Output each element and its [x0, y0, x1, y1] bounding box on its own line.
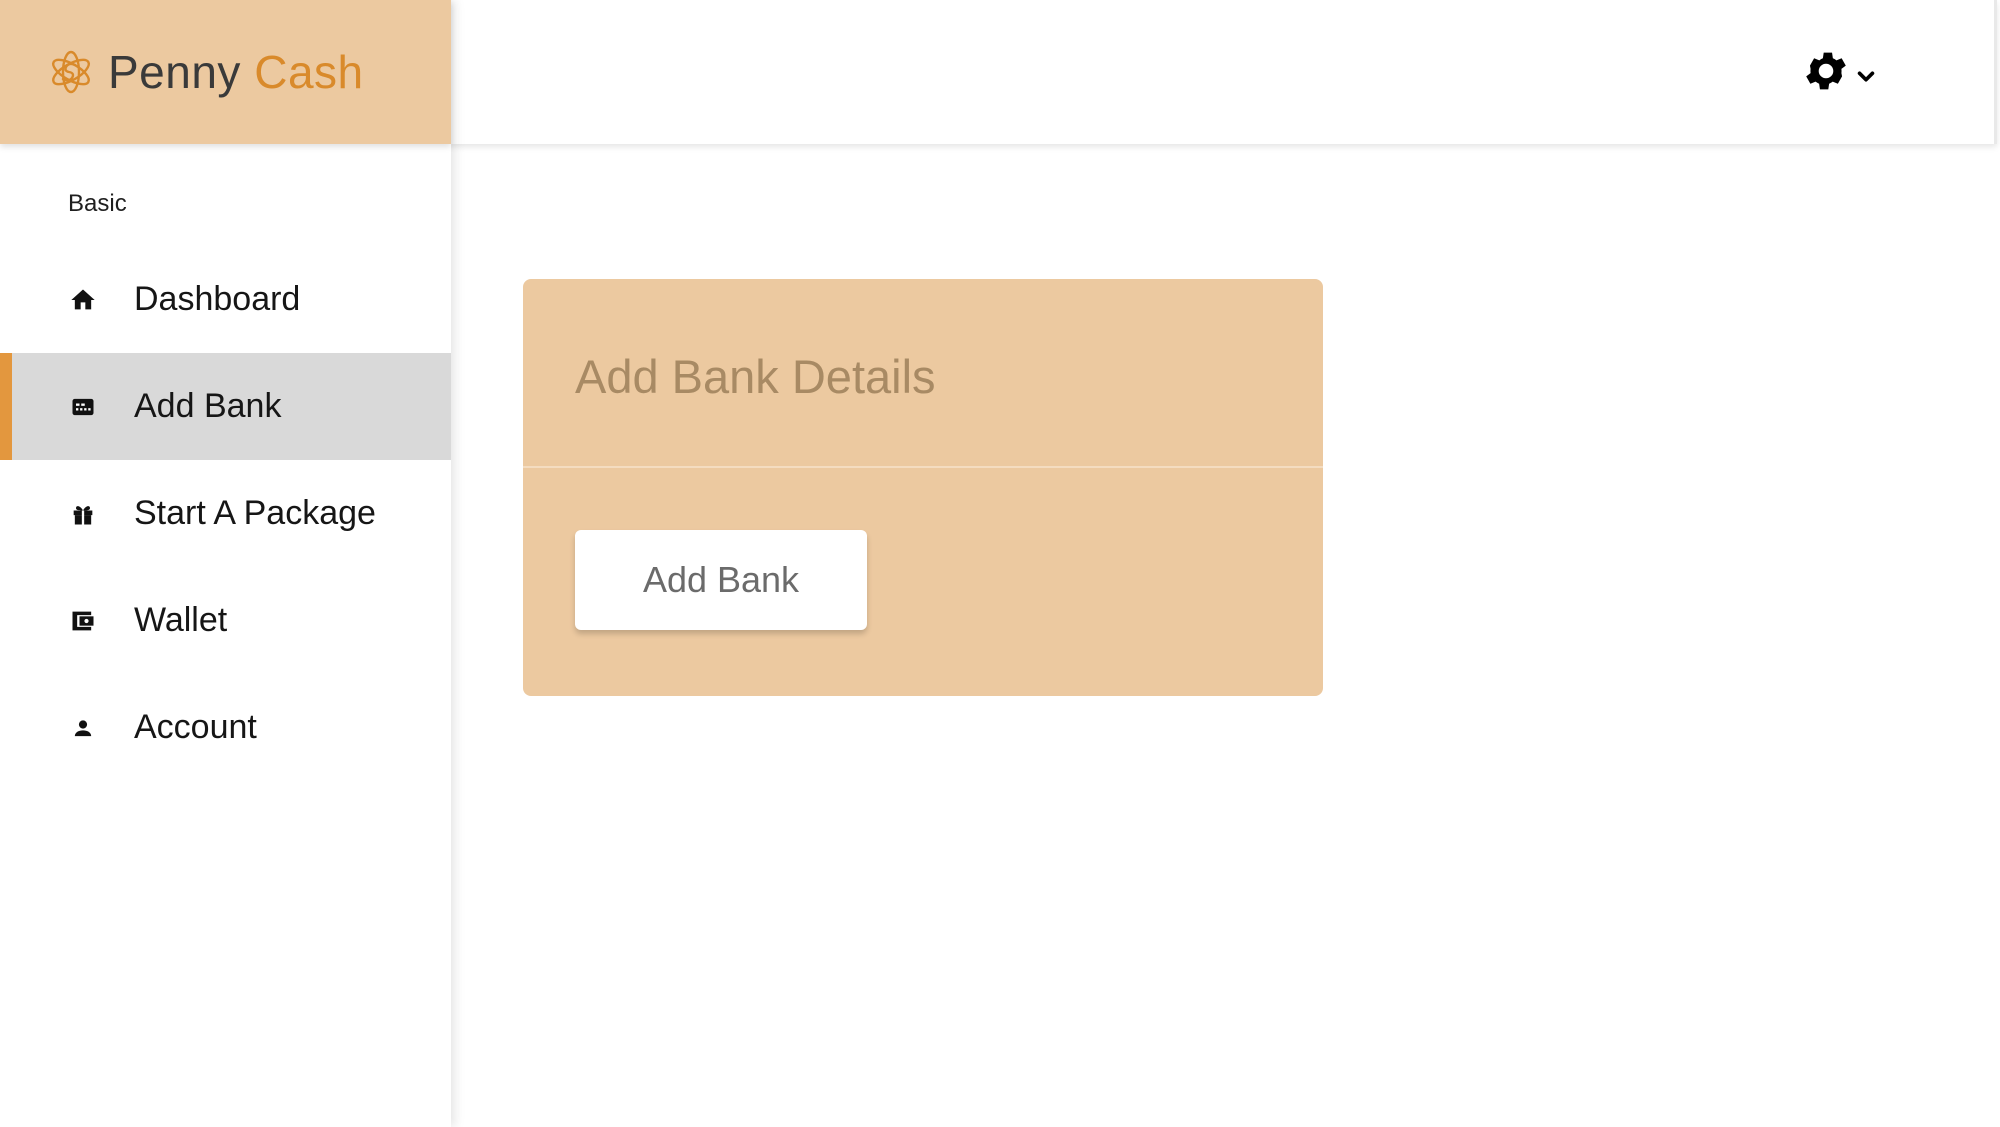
- sidebar-item-wallet[interactable]: Wallet: [0, 567, 451, 674]
- scrollbar-edge: [1994, 0, 1997, 144]
- settings-dropdown-toggle[interactable]: [1801, 46, 1877, 96]
- chevron-down-icon: [1851, 54, 1877, 88]
- brand-header[interactable]: Penny Cash: [0, 0, 451, 144]
- sidebar-item-dashboard[interactable]: Dashboard: [0, 246, 451, 353]
- app-root: Penny Cash Basic Dashboard Add Bank Star…: [0, 0, 2000, 1127]
- user-icon: [68, 713, 98, 743]
- brand-name-cash: Cash: [254, 46, 364, 98]
- sidebar-item-account[interactable]: Account: [0, 674, 451, 781]
- atom-coin-icon: [46, 47, 96, 97]
- sidebar-item-label: Wallet: [134, 601, 228, 639]
- sidebar-section-label: Basic: [68, 190, 127, 217]
- sidebar-item-label: Dashboard: [134, 280, 301, 318]
- sidebar: Penny Cash Basic Dashboard Add Bank Star…: [0, 0, 451, 1127]
- sidebar-item-label: Account: [134, 708, 257, 746]
- bank-card-icon: [68, 392, 98, 422]
- brand-name-penny: Penny: [108, 46, 241, 98]
- sidebar-item-label: Start A Package: [134, 494, 376, 532]
- sidebar-nav: Dashboard Add Bank Start A Package Walle…: [0, 246, 451, 781]
- gift-icon: [68, 499, 98, 529]
- topbar: [451, 0, 1997, 144]
- main-content: Add Bank Details Add Bank: [451, 144, 2000, 1127]
- gear-icon: [1801, 46, 1851, 96]
- sidebar-item-add-bank[interactable]: Add Bank: [0, 353, 451, 460]
- sidebar-item-label: Add Bank: [134, 387, 282, 425]
- wallet-icon: [68, 606, 98, 636]
- sidebar-item-start-a-package[interactable]: Start A Package: [0, 460, 451, 567]
- card-divider: [523, 466, 1323, 468]
- brand-name: Penny Cash: [108, 49, 364, 95]
- add-bank-card: Add Bank Details Add Bank: [523, 279, 1323, 696]
- add-bank-button[interactable]: Add Bank: [575, 530, 867, 630]
- home-icon: [68, 285, 98, 315]
- card-title: Add Bank Details: [575, 350, 936, 403]
